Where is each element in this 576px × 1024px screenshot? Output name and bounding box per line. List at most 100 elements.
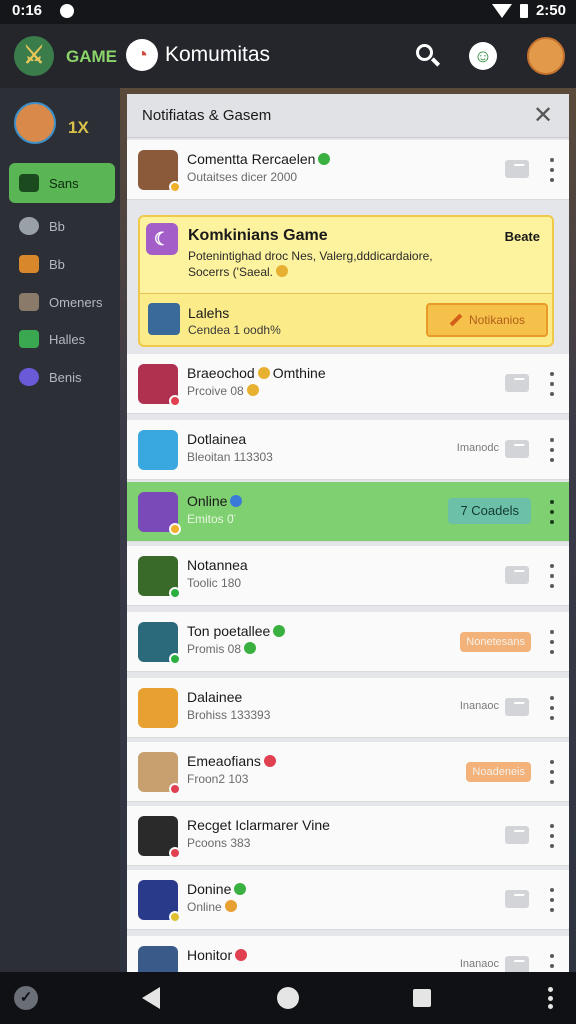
feature-title: Komkinians Game [188,227,328,244]
user-avatar [138,816,181,859]
message-icon[interactable] [505,890,529,908]
sidebar-item-label: Omeners [49,294,103,310]
list-item[interactable]: Recget Iclarmarer Vine Pcoons 383 [127,806,569,866]
feature-user-sub: Cendea 1 oodh% [188,323,281,337]
emoji-icon [234,883,247,895]
list-item[interactable]: Online Emitos 0̈ 7 Coadels [127,482,569,542]
more-options-icon[interactable] [549,630,555,654]
status-dot [169,395,181,407]
search-button[interactable] [414,42,442,70]
more-options-icon[interactable] [549,438,555,462]
sidebar-item-sans[interactable]: Sans [9,163,115,203]
message-icon[interactable] [505,698,529,716]
pencil-icon [19,217,39,235]
more-options-icon[interactable] [549,372,555,396]
user-avatar [138,492,181,535]
check-icon[interactable]: ✓ [14,986,38,1010]
list-item[interactable]: Honitor Inanaoc [127,936,569,972]
sidebar-item-omeners[interactable]: Omeners [9,282,115,322]
featured-notification-card[interactable]: ☾ Komkinians Game Beate Potenintighad dr… [138,215,554,347]
bag-icon [19,174,39,192]
message-icon[interactable] [505,566,529,584]
list-item[interactable]: Comentta Rercaelen Outaitses dicer 2000 [127,140,569,200]
status-dot [169,523,181,535]
notifications-button[interactable]: Notikanios [426,303,548,337]
list-item-sub: Outaitses dicer 2000 [187,170,298,184]
smile-icon[interactable]: ☺ [469,42,497,70]
list-item[interactable]: Donine Online [127,870,569,930]
back-button[interactable] [142,987,160,1009]
more-options-icon[interactable] [549,824,555,848]
profile-avatar[interactable] [527,37,565,75]
user-avatar [138,430,178,470]
status-badge[interactable]: Noadeneis [466,762,531,782]
status-dot [169,783,181,795]
list-item-meta: Inanaoc [459,700,499,712]
game-logo-icon[interactable]: ⚔ [14,36,54,76]
crossed-swords-icon [19,293,39,311]
list-item[interactable]: Dalainee Brohiss 133393 Inanaoc [127,678,569,738]
list-item-name: Donine [187,881,247,897]
feature-tag: Beate [504,229,540,244]
more-options-icon[interactable] [549,760,555,784]
status-time: 0:16 [12,2,43,19]
emoji-icon [257,367,270,379]
more-options-icon[interactable] [549,500,555,524]
feature-user-avatar [148,303,180,335]
home-button[interactable] [277,987,299,1009]
list-item[interactable]: Notannea Toolic 180 [127,546,569,606]
sidebar-item-bb[interactable]: Bb [9,206,115,246]
sidebar-item-bb-2[interactable]: Bb [9,244,115,284]
more-options-icon[interactable] [549,888,555,912]
sidebar-avatar[interactable] [14,102,56,144]
status-dot [169,847,181,859]
message-icon[interactable] [505,956,529,972]
list-item[interactable]: Braeochod Omthine Prcoive 08 [127,354,569,414]
feature-description: Potenintighad droc Nes, Valerg,dddicarda… [188,249,433,263]
list-item-sub: Emitos 0̈ [187,512,234,526]
sidebar-item-label: Bb [49,256,65,272]
feature-user-name: Lalehs [188,305,230,321]
sidebar-item-benis[interactable]: Benis [9,357,115,397]
list-item[interactable]: Emeaofians Froon2 103 Noadeneis [127,742,569,802]
app-bar: ⚔ GAME ◔ Komumitas ☺ [0,24,576,88]
list-item-sub: Toolic 180 [187,576,242,590]
list-item-name: Ton poetallee [187,623,286,639]
list-item[interactable]: Ton poetallee Promis 08 Nonetesans [127,612,569,672]
close-icon[interactable]: ✕ [529,102,557,130]
chart-icon [19,255,39,273]
list-item-sub: Prcoive 08 [187,384,259,398]
message-icon[interactable] [505,374,529,392]
message-icon[interactable] [505,826,529,844]
message-icon[interactable] [505,440,529,458]
list-item-name: Emeaofians [187,753,276,769]
list-item-sub: Froon2 103 [187,772,249,786]
more-options-icon[interactable] [549,158,555,182]
list-item[interactable]: Dotlainea Bleoitan 113303 Imanodc [127,420,569,480]
emoji-icon [230,495,243,507]
user-avatar [138,946,178,972]
pencil-icon [449,313,463,327]
list-item-name: Honitor [187,947,248,963]
emoji-icon [263,755,276,767]
sidebar-item-halles[interactable]: Halles [9,319,115,359]
sidebar-item-label: Benis [49,369,82,385]
more-icon[interactable] [547,987,553,1009]
user-avatar [138,556,181,599]
more-options-icon[interactable] [549,564,555,588]
sidebar-item-label: Bb [49,218,65,234]
more-options-icon[interactable] [549,696,555,720]
search-icon-handle [430,57,441,67]
count-badge[interactable]: 7 Coadels [448,498,531,524]
recents-button[interactable] [413,989,431,1007]
smile-emoji-icon [276,265,288,277]
list-item-sub: Brohiss 133393 [187,708,271,722]
list-item-name: Dotlainea [187,431,247,447]
notifications-button-label: Notikanios [468,313,526,327]
message-icon[interactable] [505,160,529,178]
emoji-icon [246,384,259,396]
status-badge[interactable]: Nonetesans [460,632,531,652]
more-options-icon[interactable] [549,954,555,972]
sidebar: 1X Sans Bb Bb Omeners Halles Benis [0,88,120,972]
app-name: GAME [66,47,117,66]
